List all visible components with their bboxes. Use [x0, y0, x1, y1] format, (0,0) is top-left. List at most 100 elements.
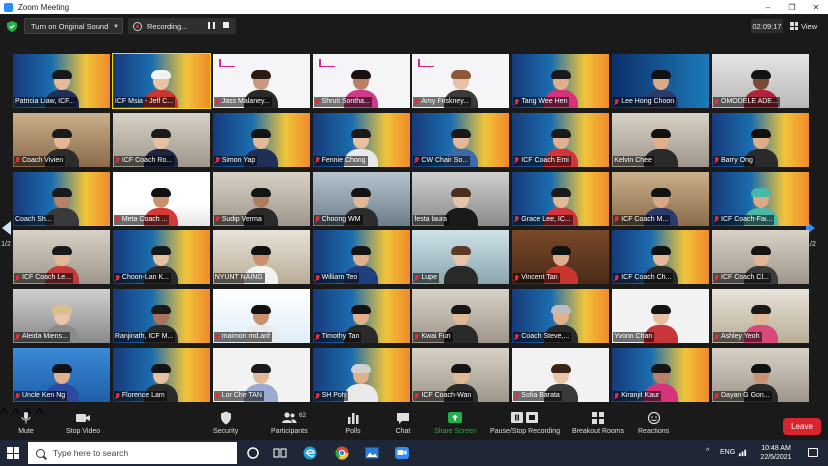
participant-video-tile[interactable]: Coach Vivien — [13, 112, 110, 167]
participant-video-tile[interactable]: Aleida Miens... — [13, 289, 110, 344]
stop-video-button[interactable]: Stop Video — [66, 411, 100, 439]
participant-video-tile[interactable]: ICF Coach-Fai... — [712, 171, 809, 226]
leave-button[interactable]: Leave — [783, 418, 821, 435]
share-screen-icon — [448, 412, 463, 423]
cortana-circle-icon[interactable] — [245, 445, 261, 461]
participant-video-tile[interactable]: Jass Malaney... — [212, 54, 310, 108]
photos-app-icon[interactable] — [364, 445, 380, 461]
mute-button[interactable]: Mute — [18, 411, 34, 439]
participant-video-tile[interactable]: ICF Coach Emi — [512, 112, 610, 167]
original-sound-dropdown[interactable]: Turn on Original Sound ▼ — [24, 18, 123, 34]
participant-name: Sudip Verma — [221, 215, 262, 223]
participant-video-tile[interactable]: Coach Steve,... — [512, 289, 610, 344]
previous-page-arrow-icon[interactable] — [2, 221, 11, 235]
input-language[interactable]: ENG — [720, 449, 735, 456]
participant-video-tile[interactable]: ICF Coach-Wan — [412, 348, 510, 402]
participant-video-tile[interactable]: Sudip Verma — [212, 171, 310, 226]
taskbar-clock[interactable]: 10:48 AM 22/5/2021 — [756, 444, 796, 462]
participant-video-tile[interactable]: CW Chair So... — [412, 112, 510, 167]
participant-video-tile[interactable]: Meta Coach ... — [112, 171, 210, 226]
participant-video-tile[interactable]: NYUNT NAING — [212, 230, 310, 285]
participant-name-label: Shruti Sontha... — [313, 97, 372, 107]
participant-video-tile[interactable]: Vincent Tan — [512, 230, 610, 285]
participant-video-tile[interactable]: Grace Lee, IC... — [512, 171, 610, 226]
polls-button[interactable]: Polls — [345, 411, 361, 439]
participant-video-tile[interactable]: Timothy Tan — [312, 289, 410, 344]
icf-logo-mark — [218, 59, 235, 67]
edge-browser-icon[interactable] — [302, 445, 318, 461]
zoom-taskbar-icon[interactable] — [394, 445, 410, 461]
participant-video-tile[interactable]: OMODELE ADE... — [712, 54, 809, 108]
muted-microphone-icon — [215, 333, 220, 341]
minimize-button[interactable]: – — [756, 0, 780, 14]
participant-video-tile[interactable]: Tang Wee Hen — [512, 54, 610, 108]
participant-video — [344, 364, 379, 402]
windows-start-icon[interactable] — [7, 447, 19, 459]
participant-video-tile[interactable]: ICF Msia - Jeff C... — [111, 53, 211, 109]
participant-video-tile[interactable]: Dayan G Gon... — [712, 348, 809, 402]
task-view-icon[interactable] — [272, 445, 288, 461]
participant-video-tile[interactable]: Fennie Chong — [312, 112, 410, 167]
participant-video-tile[interactable]: William Teo — [312, 230, 410, 285]
chrome-browser-icon[interactable] — [334, 445, 350, 461]
view-button[interactable]: View — [790, 19, 817, 33]
breakout-rooms-button[interactable]: Breakout Rooms — [572, 411, 624, 439]
participant-video-tile[interactable]: Kelvin Chee — [612, 112, 710, 167]
participant-video-tile[interactable]: Lor Che TAN — [212, 348, 310, 402]
participant-video-tile[interactable]: ICF Coach Le... — [13, 230, 110, 285]
audio-options-chevron-icon[interactable]: ^ — [0, 406, 8, 423]
stop-video-label: Stop Video — [66, 428, 101, 435]
network-icon[interactable] — [738, 448, 747, 457]
taskbar-search-placeholder: Type here to search — [53, 448, 129, 458]
show-hidden-icons-chevron-icon[interactable]: ^ — [706, 448, 709, 455]
reactions-button[interactable]: Reactions — [638, 411, 669, 439]
participant-video-tile[interactable]: Lupe — [412, 230, 510, 285]
zoom-window: Zoom Meeting – ❐ ✕ Turn on Original Soun… — [0, 0, 828, 466]
participant-video-tile[interactable]: maimon md.arif — [212, 289, 310, 344]
participant-video-tile[interactable]: Shruti Sontha... — [312, 54, 410, 108]
participant-name-label: ICF Coach M... — [613, 214, 671, 225]
share-options-chevron-icon[interactable]: ^ — [36, 406, 44, 423]
participant-name-label: ICF Msia - Jeff C... — [113, 97, 176, 107]
participant-video-tile[interactable]: Uncle Ken Ng — [13, 348, 110, 402]
participant-video-tile[interactable]: SH Poh — [312, 348, 410, 402]
participant-video-tile[interactable]: Coach Sh... — [13, 171, 110, 226]
participant-video-tile[interactable]: Yvonn Chan — [612, 289, 710, 344]
pause-stop-recording-button[interactable]: Pause/Stop Recording — [490, 411, 560, 439]
chat-label: Chat — [395, 428, 411, 435]
participant-video-tile[interactable]: Kiranjit Kaur — [612, 348, 710, 402]
participant-video-tile[interactable]: Barry Ong — [712, 112, 809, 167]
share-screen-button[interactable]: Share Screen — [434, 411, 477, 439]
participant-video-tile[interactable]: festa laura — [412, 171, 510, 226]
participant-video-tile[interactable]: Patricia Liaw, ICF... — [13, 54, 110, 108]
participant-video-tile[interactable]: Choong WM — [312, 171, 410, 226]
participant-video-tile[interactable]: Simon Yap — [212, 112, 310, 167]
participant-video-tile[interactable]: Choon-Lan K... — [112, 230, 210, 285]
taskbar-search-box[interactable]: Type here to search — [28, 442, 237, 464]
participant-video-tile[interactable]: Lee Hong Choon — [612, 54, 710, 108]
participant-video-tile[interactable]: Ashley Yeoh — [712, 289, 809, 344]
pause-recording-icon[interactable] — [208, 22, 215, 29]
encryption-shield-icon[interactable] — [7, 21, 17, 32]
participant-video-tile[interactable]: Sofia Barata — [512, 348, 610, 402]
close-button[interactable]: ✕ — [804, 0, 828, 14]
participant-name-label: festa laura — [413, 214, 450, 225]
participant-name-label: Aleida Miens... — [14, 332, 70, 343]
participant-name-label: Sofia Barata — [513, 391, 562, 401]
participant-video-tile[interactable]: ICF Coach Ro... — [112, 112, 210, 167]
participant-video-tile[interactable]: ICF Coach Cl... — [712, 230, 809, 285]
participant-name-label: Dayan G Gon... — [713, 391, 772, 401]
participant-video-tile[interactable]: Kwai Fun — [412, 289, 510, 344]
chat-button[interactable]: Chat — [395, 411, 411, 439]
participant-video-tile[interactable]: Florence Lam — [112, 348, 210, 402]
maximize-button[interactable]: ❐ — [780, 0, 804, 14]
chevron-down-icon[interactable]: ▼ — [113, 24, 119, 30]
stop-recording-icon[interactable] — [223, 22, 229, 28]
notifications-icon[interactable] — [808, 448, 818, 457]
security-button[interactable]: Security — [213, 411, 238, 439]
participant-video-tile[interactable]: ICF Coach Ch... — [612, 230, 710, 285]
participant-video-tile[interactable]: Ranjinath, ICF M... — [112, 289, 210, 344]
participant-video-tile[interactable]: ICF Coach M... — [612, 171, 710, 226]
muted-microphone-icon — [315, 98, 320, 106]
participant-video-tile[interactable]: Amy Friskney... — [412, 54, 510, 108]
